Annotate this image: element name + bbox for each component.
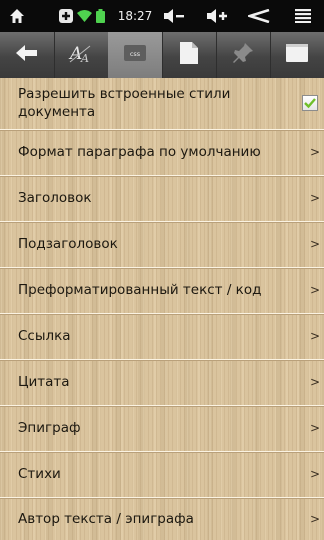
list-item-label: Заголовок (18, 190, 92, 206)
css-tab[interactable]: css (108, 32, 163, 78)
chevron-right-icon: > (309, 511, 320, 526)
font-settings-button[interactable]: AA (54, 32, 109, 78)
pin-icon (232, 42, 254, 68)
checkmark-icon (304, 98, 316, 109)
chevron-right-icon: > (309, 145, 320, 159)
svg-text:A: A (80, 52, 89, 64)
clock: 18:27 (117, 9, 153, 23)
pin-button[interactable] (216, 32, 271, 78)
toolbar: AA css (0, 32, 324, 79)
list-item-subheading[interactable]: Подзаголовок > (0, 221, 324, 268)
back-arrow-button[interactable] (0, 32, 55, 78)
blank-page-button[interactable] (270, 32, 324, 78)
list-item-label: Цитата (18, 374, 70, 390)
settings-list: Разрешить встроенные стили документа Фор… (0, 78, 324, 540)
list-item-allow-embedded-styles[interactable]: Разрешить встроенные стили документа (0, 78, 324, 130)
list-item-label: Ссылка (18, 328, 71, 344)
list-item-label: Преформатированный текст / код (18, 282, 262, 298)
home-icon[interactable] (6, 0, 28, 32)
list-item-preformatted-text[interactable]: Преформатированный текст / код > (0, 267, 324, 314)
list-item-poems[interactable]: Стихи > (0, 451, 324, 498)
back-icon[interactable] (246, 0, 272, 32)
list-item-label: Автор текста / эпиграфа (18, 510, 194, 527)
status-bar: 18:27 (0, 0, 324, 32)
list-item-label: Разрешить встроенные стили документа (18, 86, 231, 120)
volume-down-icon[interactable] (162, 0, 188, 32)
list-item-text-author[interactable]: Автор текста / эпиграфа > (0, 497, 324, 540)
battery-icon (94, 0, 106, 32)
list-item-label: Эпиграф (18, 420, 81, 436)
menu-icon[interactable] (292, 0, 314, 32)
list-item-label: Подзаголовок (18, 236, 118, 252)
list-item-link[interactable]: Ссылка > (0, 313, 324, 360)
list-item-quote[interactable]: Цитата > (0, 359, 324, 406)
chevron-right-icon: > (309, 467, 320, 481)
list-item-heading[interactable]: Заголовок > (0, 175, 324, 222)
list-item-epigraph[interactable]: Эпиграф > (0, 405, 324, 452)
chevron-right-icon: > (309, 421, 320, 435)
page-icon (180, 42, 198, 68)
list-item-default-paragraph-format[interactable]: Формат параграфа по умолчанию > (0, 129, 324, 176)
checkbox[interactable] (302, 95, 318, 111)
css-icon-label: css (130, 50, 141, 58)
chevron-right-icon: > (309, 329, 320, 343)
list-item-label: Стихи (18, 466, 61, 482)
chevron-right-icon: > (309, 375, 320, 389)
add-icon (58, 0, 74, 32)
css-icon: css (124, 45, 146, 65)
list-item-label: Формат параграфа по умолчанию (18, 144, 261, 160)
wifi-icon (76, 0, 92, 32)
volume-up-icon[interactable] (205, 0, 231, 32)
font-settings-icon: AA (68, 42, 94, 68)
chevron-right-icon: > (309, 283, 320, 297)
page-button[interactable] (162, 32, 217, 78)
back-arrow-icon (16, 44, 38, 66)
chevron-right-icon: > (309, 191, 320, 205)
chevron-right-icon: > (309, 237, 320, 251)
blank-page-icon (286, 44, 308, 66)
